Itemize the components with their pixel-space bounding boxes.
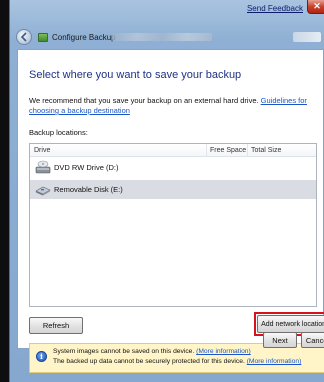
recommendation-text: We recommend that you save your backup o… [29, 96, 321, 116]
dvd-drive-icon [35, 160, 51, 174]
refresh-button[interactable]: Refresh [29, 317, 83, 334]
configure-backup-window: Send Feedback ✕ Configure Backup Select … [9, 0, 324, 382]
back-button[interactable] [16, 29, 32, 45]
list-header: Drive Free Space Total Size [30, 144, 316, 157]
backup-locations-label: Backup locations: [29, 128, 88, 137]
cancel-button[interactable]: Cancel [301, 332, 324, 348]
add-network-location-button[interactable]: Add network location... [257, 315, 324, 333]
column-separator [206, 144, 207, 157]
column-header-drive[interactable]: Drive [34, 147, 50, 154]
send-feedback-link[interactable]: Send Feedback [247, 4, 303, 13]
info-text-1: System images cannot be saved on this de… [53, 348, 197, 355]
title-bar: Send Feedback ✕ [10, 0, 324, 22]
navigation-bar: Configure Backup [10, 24, 324, 48]
backup-locations-list[interactable]: Drive Free Space Total Size DVD RW Drive… [29, 143, 317, 307]
info-text-2: The backed up data cannot be securely pr… [53, 358, 247, 365]
list-item-removable-disk[interactable]: Removable Disk (E:) [30, 180, 316, 199]
backup-app-icon [38, 33, 48, 42]
next-button[interactable]: Next [263, 332, 297, 348]
info-message-1: System images cannot be saved on this de… [53, 348, 251, 355]
drive-label: DVD RW Drive (D:) [54, 163, 119, 172]
drive-label: Removable Disk (E:) [54, 185, 123, 194]
close-button[interactable]: ✕ [307, 0, 324, 14]
window-title: Configure Backup [52, 33, 116, 42]
removable-disk-icon [35, 186, 51, 196]
page-title: Select where you want to save your backu… [29, 69, 242, 81]
content-panel: Select where you want to save your backu… [17, 49, 324, 373]
recommendation-body: We recommend that you save your backup o… [29, 96, 261, 105]
column-separator [247, 144, 248, 157]
search-box-blurred [293, 32, 321, 42]
more-information-link-1[interactable]: (More information) [196, 348, 251, 355]
blurred-title-area [112, 33, 212, 41]
more-information-link-2[interactable]: (More information) [247, 358, 302, 365]
column-header-free-space[interactable]: Free Space [210, 147, 246, 154]
back-arrow-icon [20, 32, 27, 42]
info-icon: i [36, 351, 47, 362]
list-item-dvd-drive[interactable]: DVD RW Drive (D:) [30, 158, 316, 177]
column-header-total-size[interactable]: Total Size [251, 147, 281, 154]
info-message-2: The backed up data cannot be securely pr… [53, 358, 301, 365]
